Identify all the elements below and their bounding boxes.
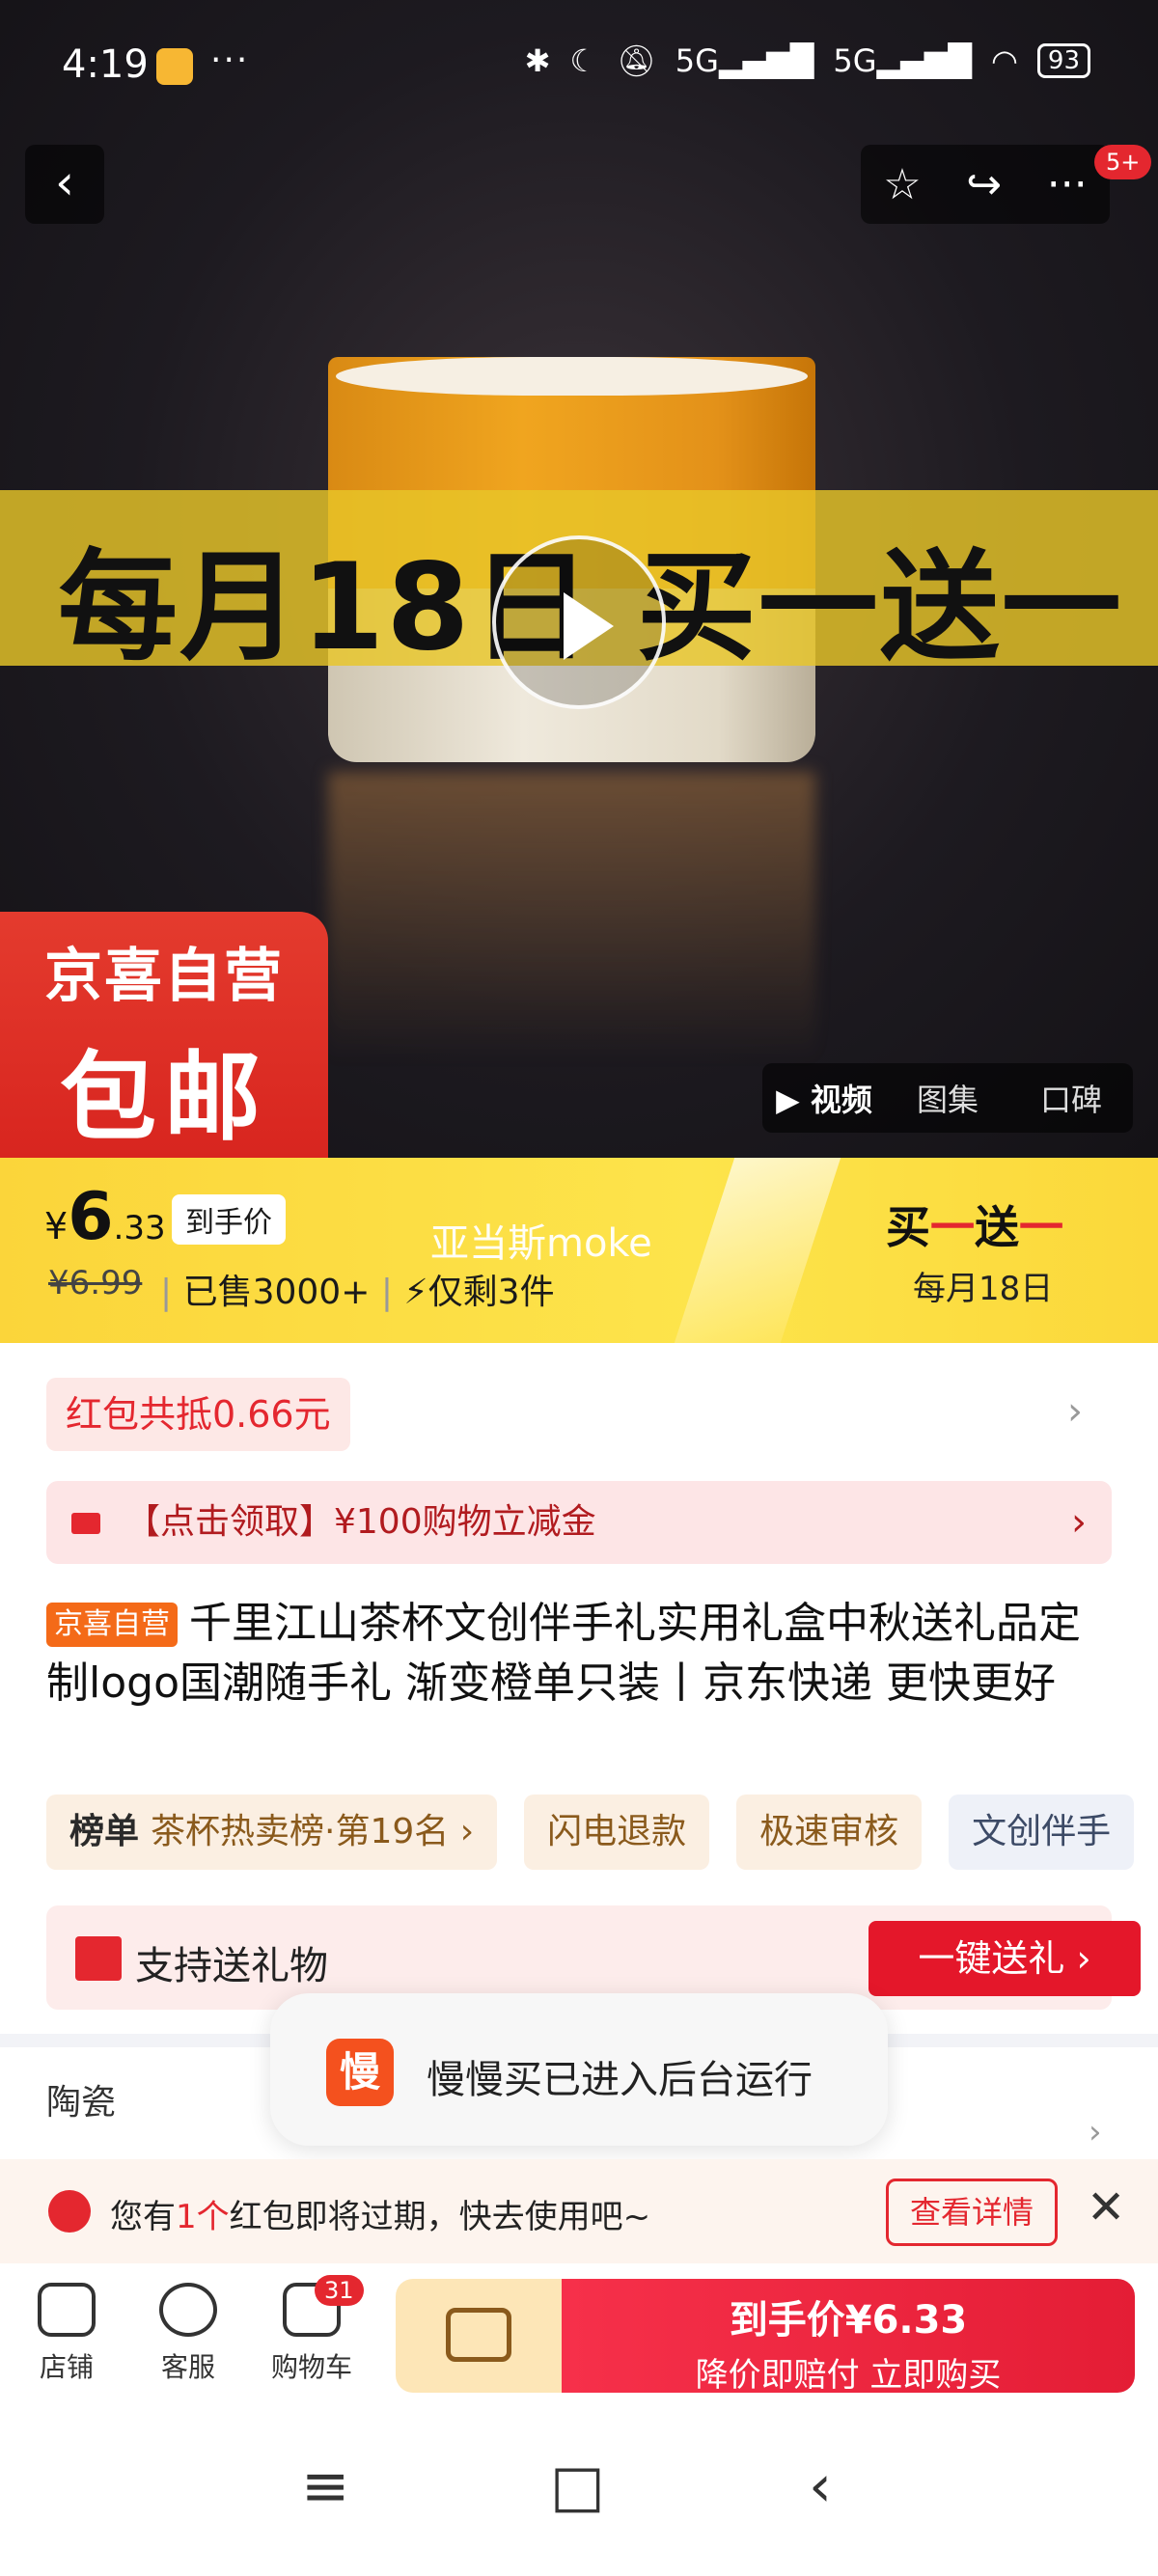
tab-gallery[interactable]: 图集: [886, 1076, 1009, 1120]
chevron-right-icon: ›: [1071, 1500, 1087, 1545]
buy-subtext: 降价即赔付 立即购买: [695, 2356, 1002, 2395]
promo-char-b: 一: [930, 1201, 975, 1253]
tab-reviews[interactable]: 口碑: [1009, 1076, 1133, 1120]
lightning-graphic: [674, 1158, 841, 1343]
jd-corner-line2: 包邮: [60, 1041, 268, 1154]
product-title-text: 千里江山茶杯文创伴手礼实用礼盒中秋送礼品定制logo国潮随手礼 渐变橙单只装丨京…: [46, 1599, 1081, 1708]
promo-char-d: 一: [1019, 1201, 1063, 1253]
product-title: 京喜自营 千里江山茶杯文创伴手礼实用礼盒中秋送礼品定制logo国潮随手礼 渐变橙单…: [46, 1594, 1117, 1713]
lightning-icon: ⚡︎: [403, 1273, 428, 1312]
media-tabs: ▶ 视频 图集 口碑: [762, 1063, 1133, 1133]
expire-suffix: 红包即将过期，快去使用吧~: [229, 2198, 651, 2236]
sold-count: 已售3000+: [182, 1273, 371, 1312]
stock-left: 仅剩3件: [427, 1273, 555, 1312]
signal-5g-icon-2: 5G▂▄▆█: [833, 42, 972, 79]
send-gift-button[interactable]: 一键送礼 ›: [868, 1921, 1141, 1996]
fast-refund-chip[interactable]: 闪电退款: [524, 1795, 710, 1870]
chevron-left-icon: ‹: [55, 154, 74, 210]
background-toast: 慢 慢慢买已进入后台运行: [270, 1993, 888, 2146]
cart-label: 购物车: [270, 2351, 352, 2383]
cup-reflection: [328, 772, 815, 1061]
back-button[interactable]: ‹: [25, 145, 104, 224]
promo-char-a: 买: [886, 1201, 930, 1253]
status-time: 4:19: [62, 42, 149, 87]
service-tags: 榜单 茶杯热卖榜·第19名 › 闪电退款 极速审核 文创伴手: [46, 1795, 1158, 1870]
notification-app-icon: [156, 48, 193, 85]
shop-label: 店铺: [39, 2351, 94, 2383]
status-icons: ✱ ☾ 🔕︎ 5G▂▄▆█ 5G▂▄▆█ ◠ 93: [525, 42, 1090, 79]
gift-label: 支持送礼物: [135, 1944, 328, 1988]
ranking-label: 榜单: [69, 1812, 140, 1851]
buy-price: 到手价¥6.33: [729, 2298, 968, 2343]
customer-service-button[interactable]: 客服: [135, 2283, 241, 2385]
add-cart-icon: [446, 2308, 511, 2362]
app-logo-icon: 慢: [326, 2039, 394, 2106]
jd-self-operated-tag: 京喜自营: [46, 1603, 178, 1647]
wifi-icon: ◠: [990, 42, 1018, 79]
price-currency: ¥: [44, 1205, 69, 1247]
expire-text: 您有1个红包即将过期，快去使用吧~: [110, 2190, 650, 2237]
toast-message: 慢慢买已进入后台运行: [427, 2058, 813, 2102]
card-icon: [71, 1513, 100, 1534]
spec-material[interactable]: 陶瓷: [46, 2074, 116, 2124]
chat-icon: [159, 2283, 217, 2337]
chevron-right-icon[interactable]: ›: [1089, 2113, 1102, 2151]
signal-5g-icon: 5G▂▄▆█: [675, 42, 814, 79]
buy-one-get-one: 买一送一: [886, 1192, 1063, 1256]
system-navigation-bar: ≡ □ ‹: [0, 2398, 1158, 2576]
promo-char-c: 送: [975, 1201, 1019, 1253]
expire-prefix: 您有: [110, 2198, 176, 2236]
bluetooth-icon: ✱: [524, 42, 551, 79]
back-icon[interactable]: ‹: [809, 2453, 832, 2520]
menu-icon[interactable]: ≡: [301, 2453, 349, 2520]
service-label: 客服: [160, 2351, 215, 2383]
promo-date: 每月18日: [913, 1270, 1054, 1308]
moon-icon: ☾: [569, 42, 598, 79]
shop-button[interactable]: 店铺: [14, 2283, 120, 2385]
chevron-right-icon[interactable]: ›: [1067, 1389, 1083, 1434]
price-banner: ¥6.33 到手价 ¥6.99 | 已售3000+ | ⚡︎仅剩3件 亚当斯mo…: [0, 1158, 1158, 1343]
price-integer: 6: [68, 1179, 114, 1255]
jd-corner-line1: 京喜自营: [44, 943, 284, 1010]
fast-review-chip[interactable]: 极速审核: [736, 1795, 923, 1870]
final-price-tag: 到手价: [172, 1194, 286, 1245]
ranking-chip[interactable]: 榜单 茶杯热卖榜·第19名 ›: [46, 1795, 498, 1870]
coupon-expire-bar: 您有1个红包即将过期，快去使用吧~ 查看详情 ✕: [0, 2159, 1158, 2263]
ranking-text: 茶杯热卖榜·第19名 ›: [151, 1812, 475, 1851]
category-chip[interactable]: 文创伴手: [949, 1795, 1135, 1870]
tab-video[interactable]: ▶ 视频: [762, 1076, 886, 1120]
view-details-button[interactable]: 查看详情: [886, 2179, 1058, 2246]
shop-icon: [38, 2283, 96, 2337]
price-decimal: .33: [113, 1209, 166, 1247]
message-count-badge: 5+: [1094, 145, 1152, 179]
gift-icon: [75, 1936, 122, 1981]
coupon-discount[interactable]: 红包共抵0.66元: [46, 1378, 350, 1451]
close-icon[interactable]: ✕: [1087, 2180, 1125, 2234]
expire-count: 1个: [176, 2198, 230, 2236]
battery-indicator: 93: [1036, 43, 1090, 78]
more-icon[interactable]: ···: [1047, 160, 1088, 209]
mute-icon: 🔕︎: [617, 42, 656, 79]
clock-icon: [48, 2190, 91, 2233]
claim-voucher-row[interactable]: 【点击领取】¥100购物立减金 ›: [46, 1481, 1112, 1564]
claim-text: 【点击领取】¥100购物立减金: [125, 1502, 596, 1542]
add-to-cart-button[interactable]: [396, 2279, 562, 2393]
current-price: ¥6.33: [44, 1179, 166, 1255]
share-icon[interactable]: ↪: [966, 160, 1002, 209]
status-bar: 4:19 ··· ✱ ☾ 🔕︎ 5G▂▄▆█ 5G▂▄▆█ ◠ 93: [0, 0, 1158, 135]
watermark-text: 亚当斯moke: [430, 1221, 652, 1266]
jd-free-shipping-badge: 京喜自营 包邮: [0, 912, 328, 1158]
home-icon[interactable]: □: [550, 2453, 605, 2520]
favorite-star-icon[interactable]: ☆: [883, 160, 921, 209]
cart-count-badge: 31: [315, 2275, 364, 2306]
top-actions: ☆ ↪ ···: [861, 145, 1110, 224]
original-price: ¥6.99: [48, 1264, 143, 1302]
play-video-button[interactable]: [492, 535, 666, 709]
status-more-dots: ···: [210, 41, 250, 80]
sales-info: | 已售3000+ | ⚡︎仅剩3件: [160, 1273, 555, 1312]
buy-now-button[interactable]: 到手价¥6.33 降价即赔付 立即购买: [562, 2279, 1135, 2395]
